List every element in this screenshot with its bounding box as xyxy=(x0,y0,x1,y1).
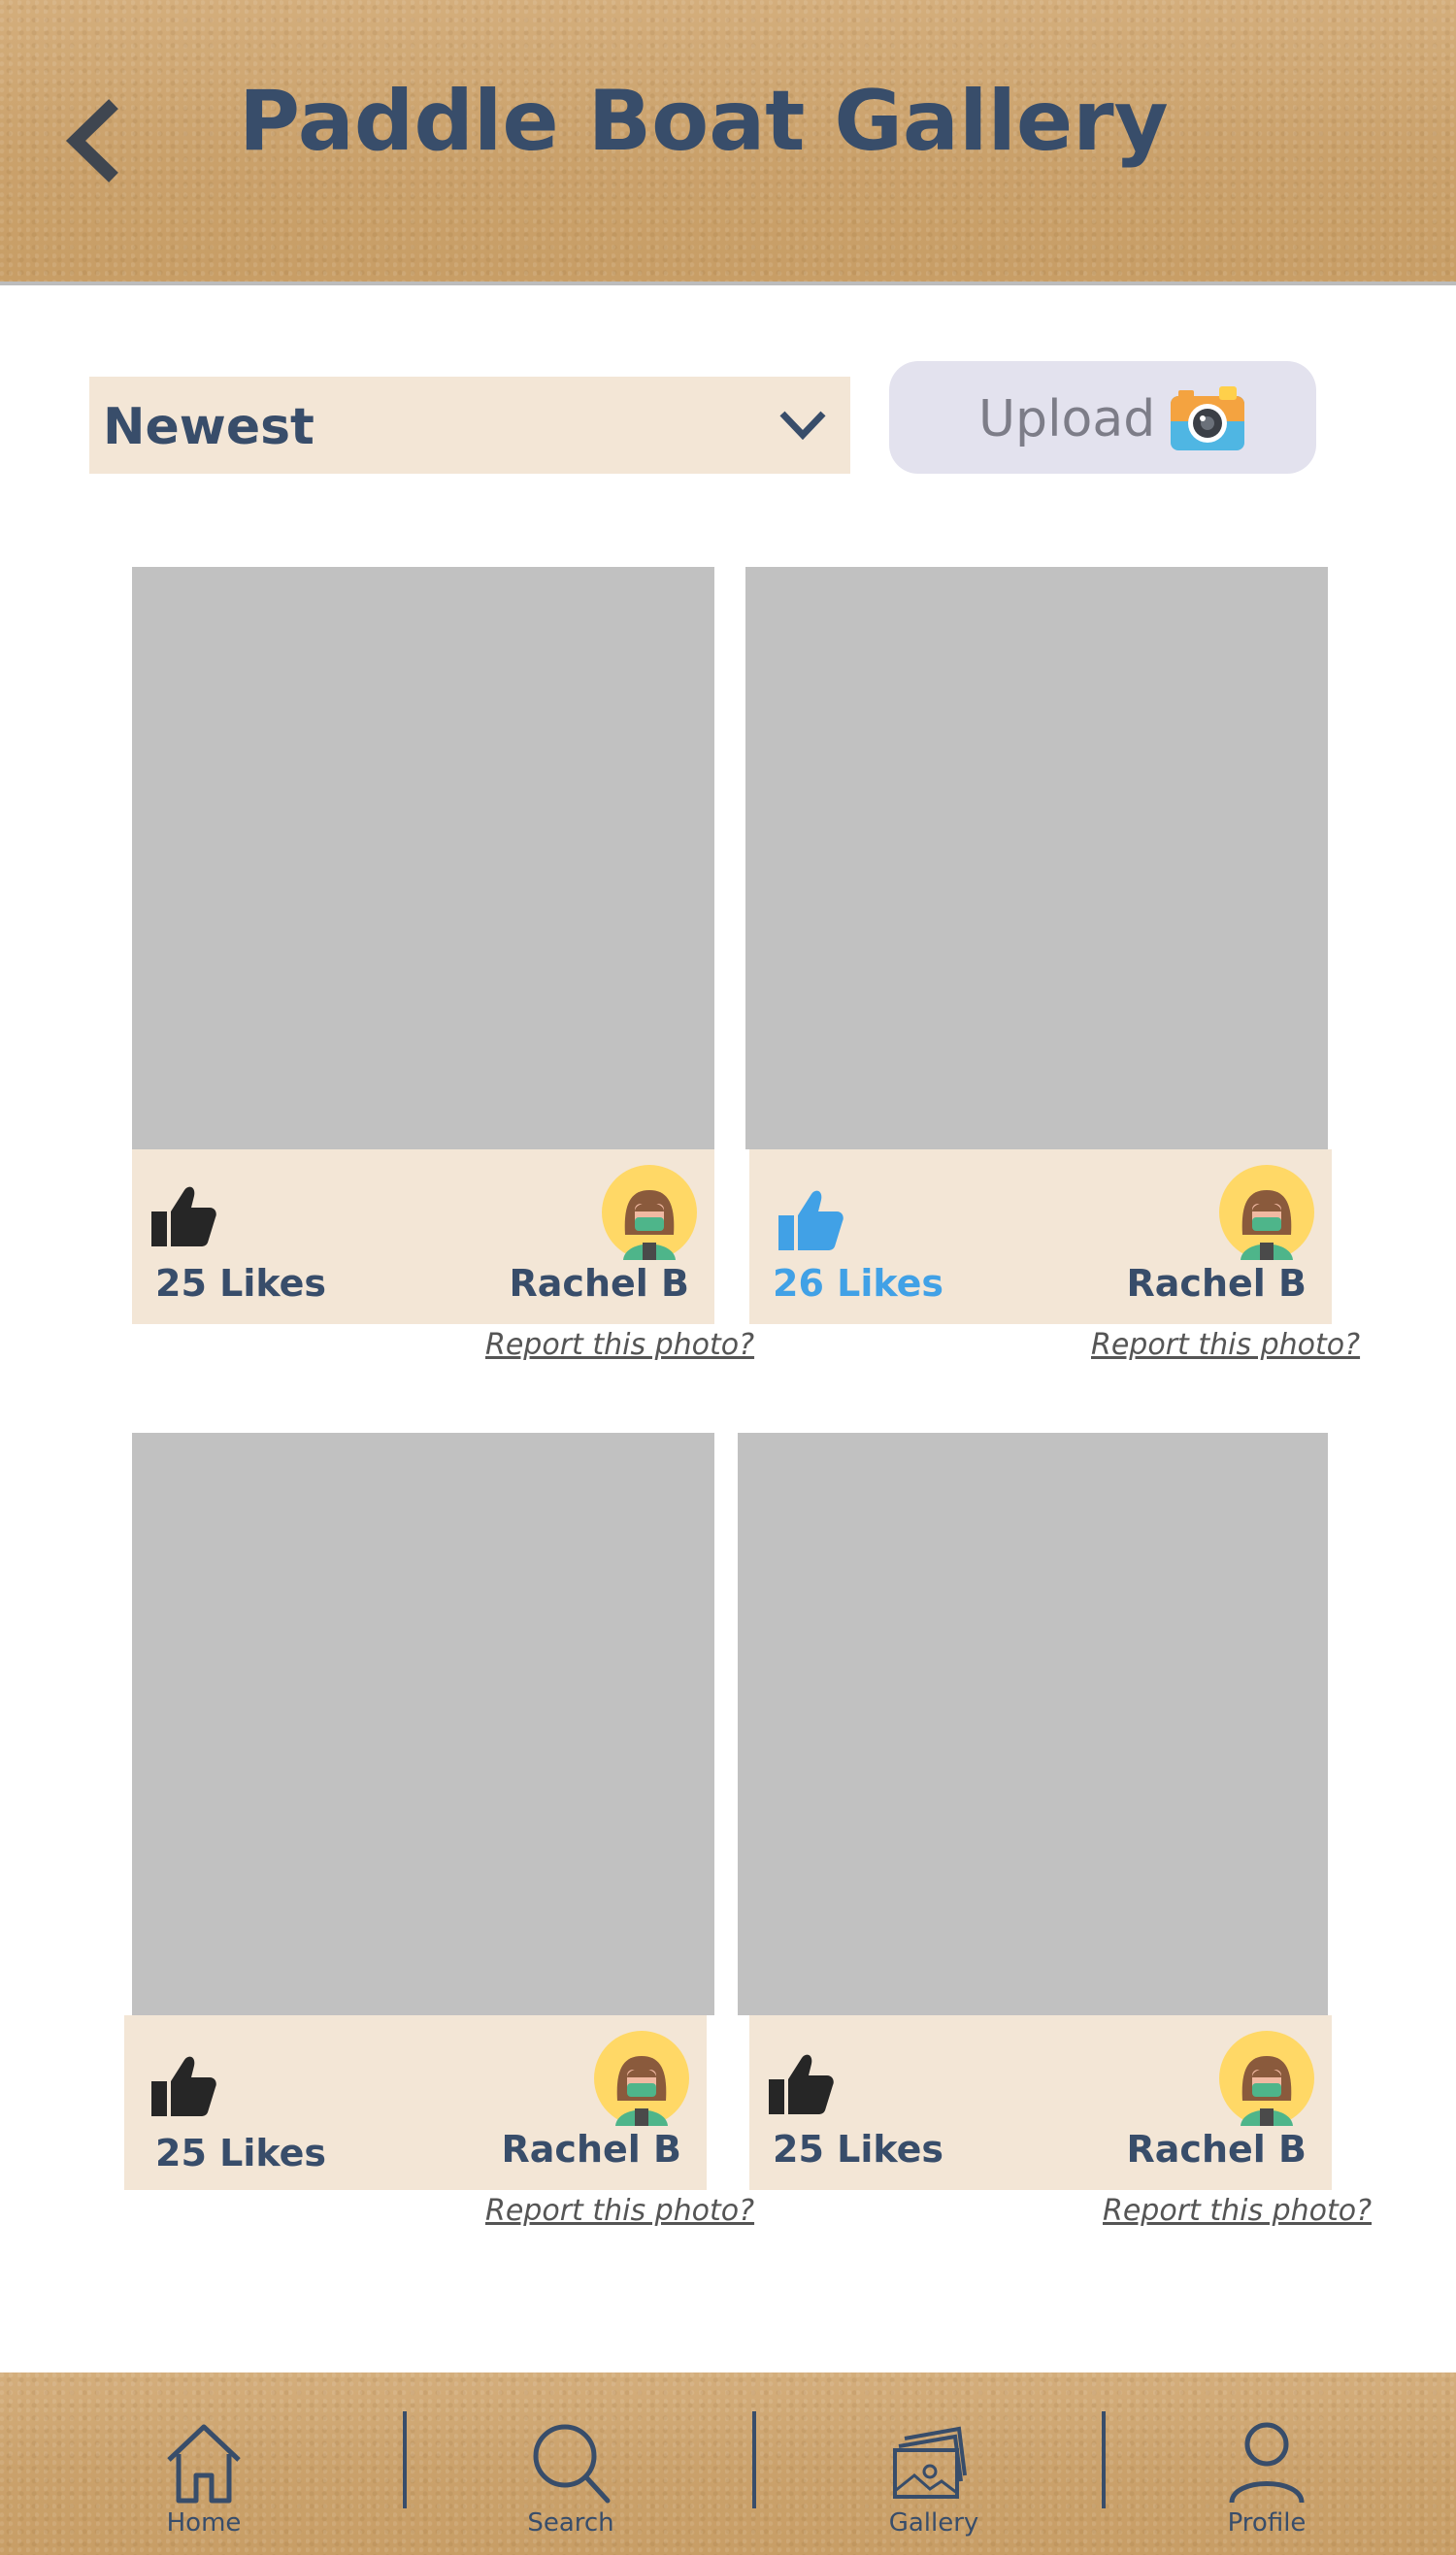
photo-info-bar: 25 Likes Rachel B xyxy=(749,2015,1332,2190)
author-name[interactable]: Rachel B xyxy=(502,2128,681,2171)
bottom-nav: Home Search Gallery Profile xyxy=(0,2372,1456,2555)
thumbs-up-icon[interactable] xyxy=(767,2052,835,2116)
photo-info-bar: 25 Likes Rachel B xyxy=(132,1149,714,1324)
like-count: 25 Likes xyxy=(155,1262,326,1305)
home-icon xyxy=(167,2424,241,2504)
author-name[interactable]: Rachel B xyxy=(1127,1262,1307,1305)
back-button[interactable] xyxy=(60,97,128,184)
report-photo-link[interactable]: Report this photo? xyxy=(485,1328,754,1362)
thumbs-up-icon[interactable] xyxy=(149,2054,217,2118)
avatar[interactable] xyxy=(1219,2031,1314,2126)
author-name[interactable]: Rachel B xyxy=(510,1262,689,1305)
sort-selected-value: Newest xyxy=(103,398,314,456)
page-title: Paddle Boat Gallery xyxy=(239,73,1169,170)
nav-item-home[interactable]: Home xyxy=(107,2372,301,2555)
avatar[interactable] xyxy=(1219,1165,1314,1260)
photo-placeholder[interactable] xyxy=(132,567,714,1149)
nav-label-profile: Profile xyxy=(1227,2508,1307,2538)
avatar[interactable] xyxy=(602,1165,697,1260)
like-count: 26 Likes xyxy=(773,1262,943,1305)
photo-info-bar: 26 Likes Rachel B xyxy=(749,1149,1332,1324)
upload-button[interactable]: Upload xyxy=(889,361,1316,474)
nav-item-profile[interactable]: Profile xyxy=(1170,2372,1364,2555)
avatar[interactable] xyxy=(594,2031,689,2126)
chevron-left-icon xyxy=(65,99,118,182)
like-count: 25 Likes xyxy=(773,2128,943,2171)
photo-placeholder[interactable] xyxy=(745,567,1328,1149)
report-photo-link[interactable]: Report this photo? xyxy=(1103,2194,1372,2228)
gallery-icon xyxy=(893,2426,967,2499)
author-name[interactable]: Rachel B xyxy=(1127,2128,1307,2171)
nav-label-home: Home xyxy=(166,2508,242,2538)
nav-divider xyxy=(403,2411,407,2508)
nav-item-gallery[interactable]: Gallery xyxy=(837,2372,1031,2555)
header-bar: Paddle Boat Gallery xyxy=(0,0,1456,285)
nav-divider xyxy=(752,2411,756,2508)
thumbs-up-icon[interactable] xyxy=(777,1188,844,1252)
photo-placeholder[interactable] xyxy=(132,1433,714,2015)
photo-info-bar: 25 Likes Rachel B xyxy=(124,2015,707,2190)
chevron-down-icon xyxy=(779,411,826,441)
nav-item-search[interactable]: Search xyxy=(474,2372,668,2555)
report-photo-link[interactable]: Report this photo? xyxy=(1091,1328,1360,1362)
nav-label-gallery: Gallery xyxy=(888,2508,979,2538)
thumbs-up-icon[interactable] xyxy=(149,1184,217,1248)
camera-icon xyxy=(1171,386,1244,450)
nav-label-search: Search xyxy=(527,2508,614,2538)
sort-dropdown[interactable]: Newest xyxy=(89,377,850,474)
profile-icon xyxy=(1229,2422,1305,2504)
like-count: 25 Likes xyxy=(155,2132,326,2174)
nav-divider xyxy=(1102,2411,1106,2508)
search-icon xyxy=(533,2424,611,2504)
report-photo-link[interactable]: Report this photo? xyxy=(485,2194,754,2228)
photo-placeholder[interactable] xyxy=(738,1433,1328,2015)
upload-label: Upload xyxy=(978,390,1156,448)
